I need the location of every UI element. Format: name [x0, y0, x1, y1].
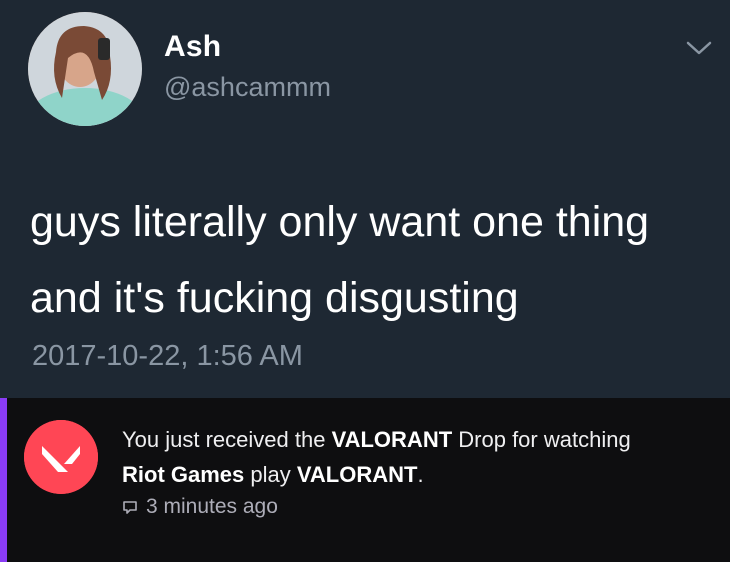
user-handle[interactable]: @ashcammm — [164, 72, 331, 103]
tweet-text-line: and it's fucking disgusting — [30, 274, 519, 322]
notification-prefix: You just received the — [122, 427, 332, 452]
tweet-timestamp[interactable]: 2017-10-22, 1:56 AM — [32, 340, 303, 373]
notification-play-word: play — [244, 462, 297, 487]
tweet-text-line: guys literally only want one thing — [30, 198, 650, 246]
notification-message: You just received the VALORANT Drop for … — [122, 422, 722, 492]
valorant-logo-icon — [24, 420, 98, 494]
tweet-card: Ash @ashcammm guys literally only want o… — [0, 0, 730, 398]
notification-suffix: . — [417, 462, 424, 487]
game-name: VALORANT — [296, 462, 418, 487]
notification-time: 3 minutes ago — [122, 494, 278, 520]
drop-notification[interactable]: You just received the VALORANT Drop for … — [0, 398, 730, 562]
display-name[interactable]: Ash — [164, 30, 221, 64]
game-name: VALORANT — [331, 427, 453, 452]
notification-time-text: 3 minutes ago — [146, 495, 278, 518]
notification-middle: Drop for watching — [452, 427, 631, 452]
channel-name: Riot Games — [122, 462, 245, 487]
avatar[interactable] — [28, 12, 142, 126]
tweet-text: guys literally only want one thing and i… — [30, 184, 710, 336]
chat-bubble-icon — [122, 499, 138, 515]
chevron-down-icon[interactable] — [684, 38, 714, 58]
unread-indicator-bar — [0, 398, 7, 562]
profile-photo-image — [28, 12, 142, 126]
